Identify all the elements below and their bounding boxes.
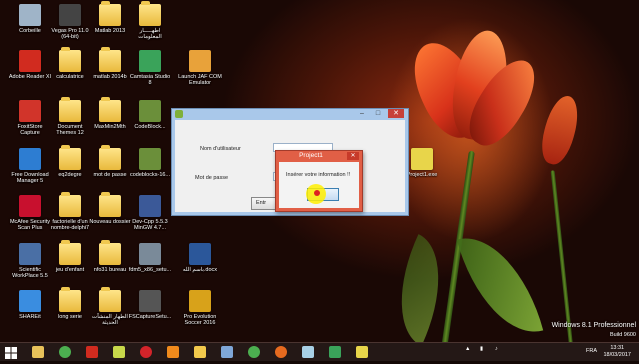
folder-icon [99, 47, 121, 72]
folder-icon [59, 47, 81, 72]
clock-date: 18/03/2017 [603, 351, 631, 358]
fscapture-setup-icon [139, 290, 161, 312]
taskbar-acrobat-icon[interactable] [86, 346, 98, 358]
taskbar-camtasia-icon[interactable] [329, 346, 341, 358]
taskbar: ▲ ▮ ♪ FRA 13:31 18/03/2017 [0, 342, 639, 361]
folder-icon [59, 97, 81, 122]
taskbar-clock[interactable]: 13:31 18/03/2017 [603, 345, 631, 358]
taskbar-paint-icon[interactable] [221, 346, 233, 358]
desktop-icon-label: fdm5_x86_setu... [128, 267, 172, 273]
start-button[interactable] [5, 346, 17, 359]
mouse-cursor-icon [314, 190, 320, 196]
taskbar-vlc-icon[interactable] [167, 346, 179, 358]
emulator-icon [189, 50, 211, 72]
desktop-icon-label: Pro Evolution Soccer 2016 [183, 314, 217, 326]
dialog-message: Insérer votre information !! [286, 172, 351, 178]
tulip-stem-2 [550, 170, 574, 342]
tray-show-hidden-icon[interactable]: ▲ [465, 346, 470, 352]
folder-icon [99, 240, 121, 265]
recycle-bin-icon [19, 4, 41, 26]
desktop-icon[interactable]: باسم الله.docx [174, 243, 226, 273]
windows-edition-watermark: Windows 8.1 Professionnel [551, 322, 636, 329]
tray-network-icon[interactable]: ▮ [480, 346, 483, 352]
tulip-leaf [456, 224, 544, 342]
swp-icon [19, 243, 41, 265]
shareit-icon [19, 290, 41, 312]
desktop-icon[interactable]: Pro Evolution Soccer 2016 [174, 290, 226, 326]
desktop-icon[interactable]: CodeBlock... [124, 100, 176, 130]
close-button[interactable]: ✕ [388, 109, 404, 118]
folder-icon [99, 287, 121, 312]
delphi7-exe-icon [411, 148, 433, 170]
folder-icon [59, 192, 81, 217]
tulip-bud [536, 92, 584, 168]
foxit-icon [19, 100, 41, 122]
taskbar-chrome-icon[interactable] [248, 346, 260, 358]
download-manager-icon [19, 148, 41, 170]
taskbar-project1-icon[interactable] [356, 346, 368, 358]
folder-icon [59, 240, 81, 265]
taskbar-folder-icon[interactable] [194, 346, 206, 358]
windows-logo-icon [5, 347, 17, 359]
setup-icon [139, 243, 161, 265]
desktop-icon-label: باسم الله.docx [182, 267, 218, 273]
desktop-icon[interactable]: FSCaptureSetu... [124, 290, 176, 320]
folder-icon [99, 1, 121, 26]
devcpp-icon [139, 195, 161, 217]
desktop-icon[interactable]: Camtasia Studio 8 [124, 50, 176, 86]
desktop-icon-label: Camtasia Studio 8 [129, 74, 171, 86]
folder-icon [99, 97, 121, 122]
pes-icon [189, 290, 211, 312]
dialog-close-button[interactable]: ✕ [347, 152, 359, 160]
desktop-icon-label: codeblocks-16... [129, 172, 171, 178]
taskbar-notepad-icon[interactable] [302, 346, 314, 358]
password-label: Mot de passe [195, 175, 229, 181]
codeblocks-icon [139, 148, 161, 170]
taskbar-chrome-icon[interactable] [59, 346, 71, 358]
windows-build-watermark: Build 9600 [610, 332, 636, 338]
desktop-icon[interactable]: اطهـــــار المعلومات [124, 1, 176, 40]
word-doc-icon [189, 243, 211, 265]
username-label: Nom d'utilisateur [200, 146, 241, 152]
codeblocks-icon [139, 100, 161, 122]
folder-icon [59, 145, 81, 170]
minimize-button[interactable]: – [356, 109, 368, 118]
taskbar-file-explorer-icon[interactable] [32, 346, 44, 358]
taskbar-firefox-icon[interactable] [275, 346, 287, 358]
desktop-icon[interactable]: fdm5_x86_setu... [124, 243, 176, 273]
vegas-icon [59, 4, 81, 26]
maximize-button[interactable]: □ [372, 109, 384, 118]
tray-volume-icon[interactable]: ♪ [495, 346, 498, 352]
folder-icon [139, 1, 161, 26]
camtasia-icon [139, 50, 161, 72]
folder-icon [59, 287, 81, 312]
taskbar-delphi-icon[interactable] [113, 346, 125, 358]
dialog-title: Project1 [299, 152, 323, 159]
folder-icon [99, 192, 121, 217]
desktop-icon-label: Dev-Cpp 5.5.3 MinGW 4.7... [132, 219, 168, 231]
desktop-icon[interactable]: Dev-Cpp 5.5.3 MinGW 4.7... [124, 195, 176, 231]
desktop-icon-label: CodeBlock... [134, 124, 166, 130]
folder-icon [99, 145, 121, 170]
desktop-icon[interactable]: codeblocks-16... [124, 148, 176, 178]
window-titlebar[interactable]: – □ ✕ [172, 109, 408, 119]
taskbar-opera-icon[interactable] [140, 346, 152, 358]
desktop-icon[interactable]: Launch JAF COM Emulator [174, 50, 226, 86]
desktop-icon-label: Launch JAF COM Emulator [178, 74, 222, 86]
acrobat-icon [19, 50, 41, 72]
desktop-icon-label: اطهـــــار المعلومات [138, 28, 162, 40]
desktop-icon-label: FSCaptureSetu... [128, 314, 172, 320]
delphi-app-icon [175, 110, 183, 118]
mcafee-icon [19, 195, 41, 217]
language-indicator[interactable]: FRA [586, 348, 597, 354]
